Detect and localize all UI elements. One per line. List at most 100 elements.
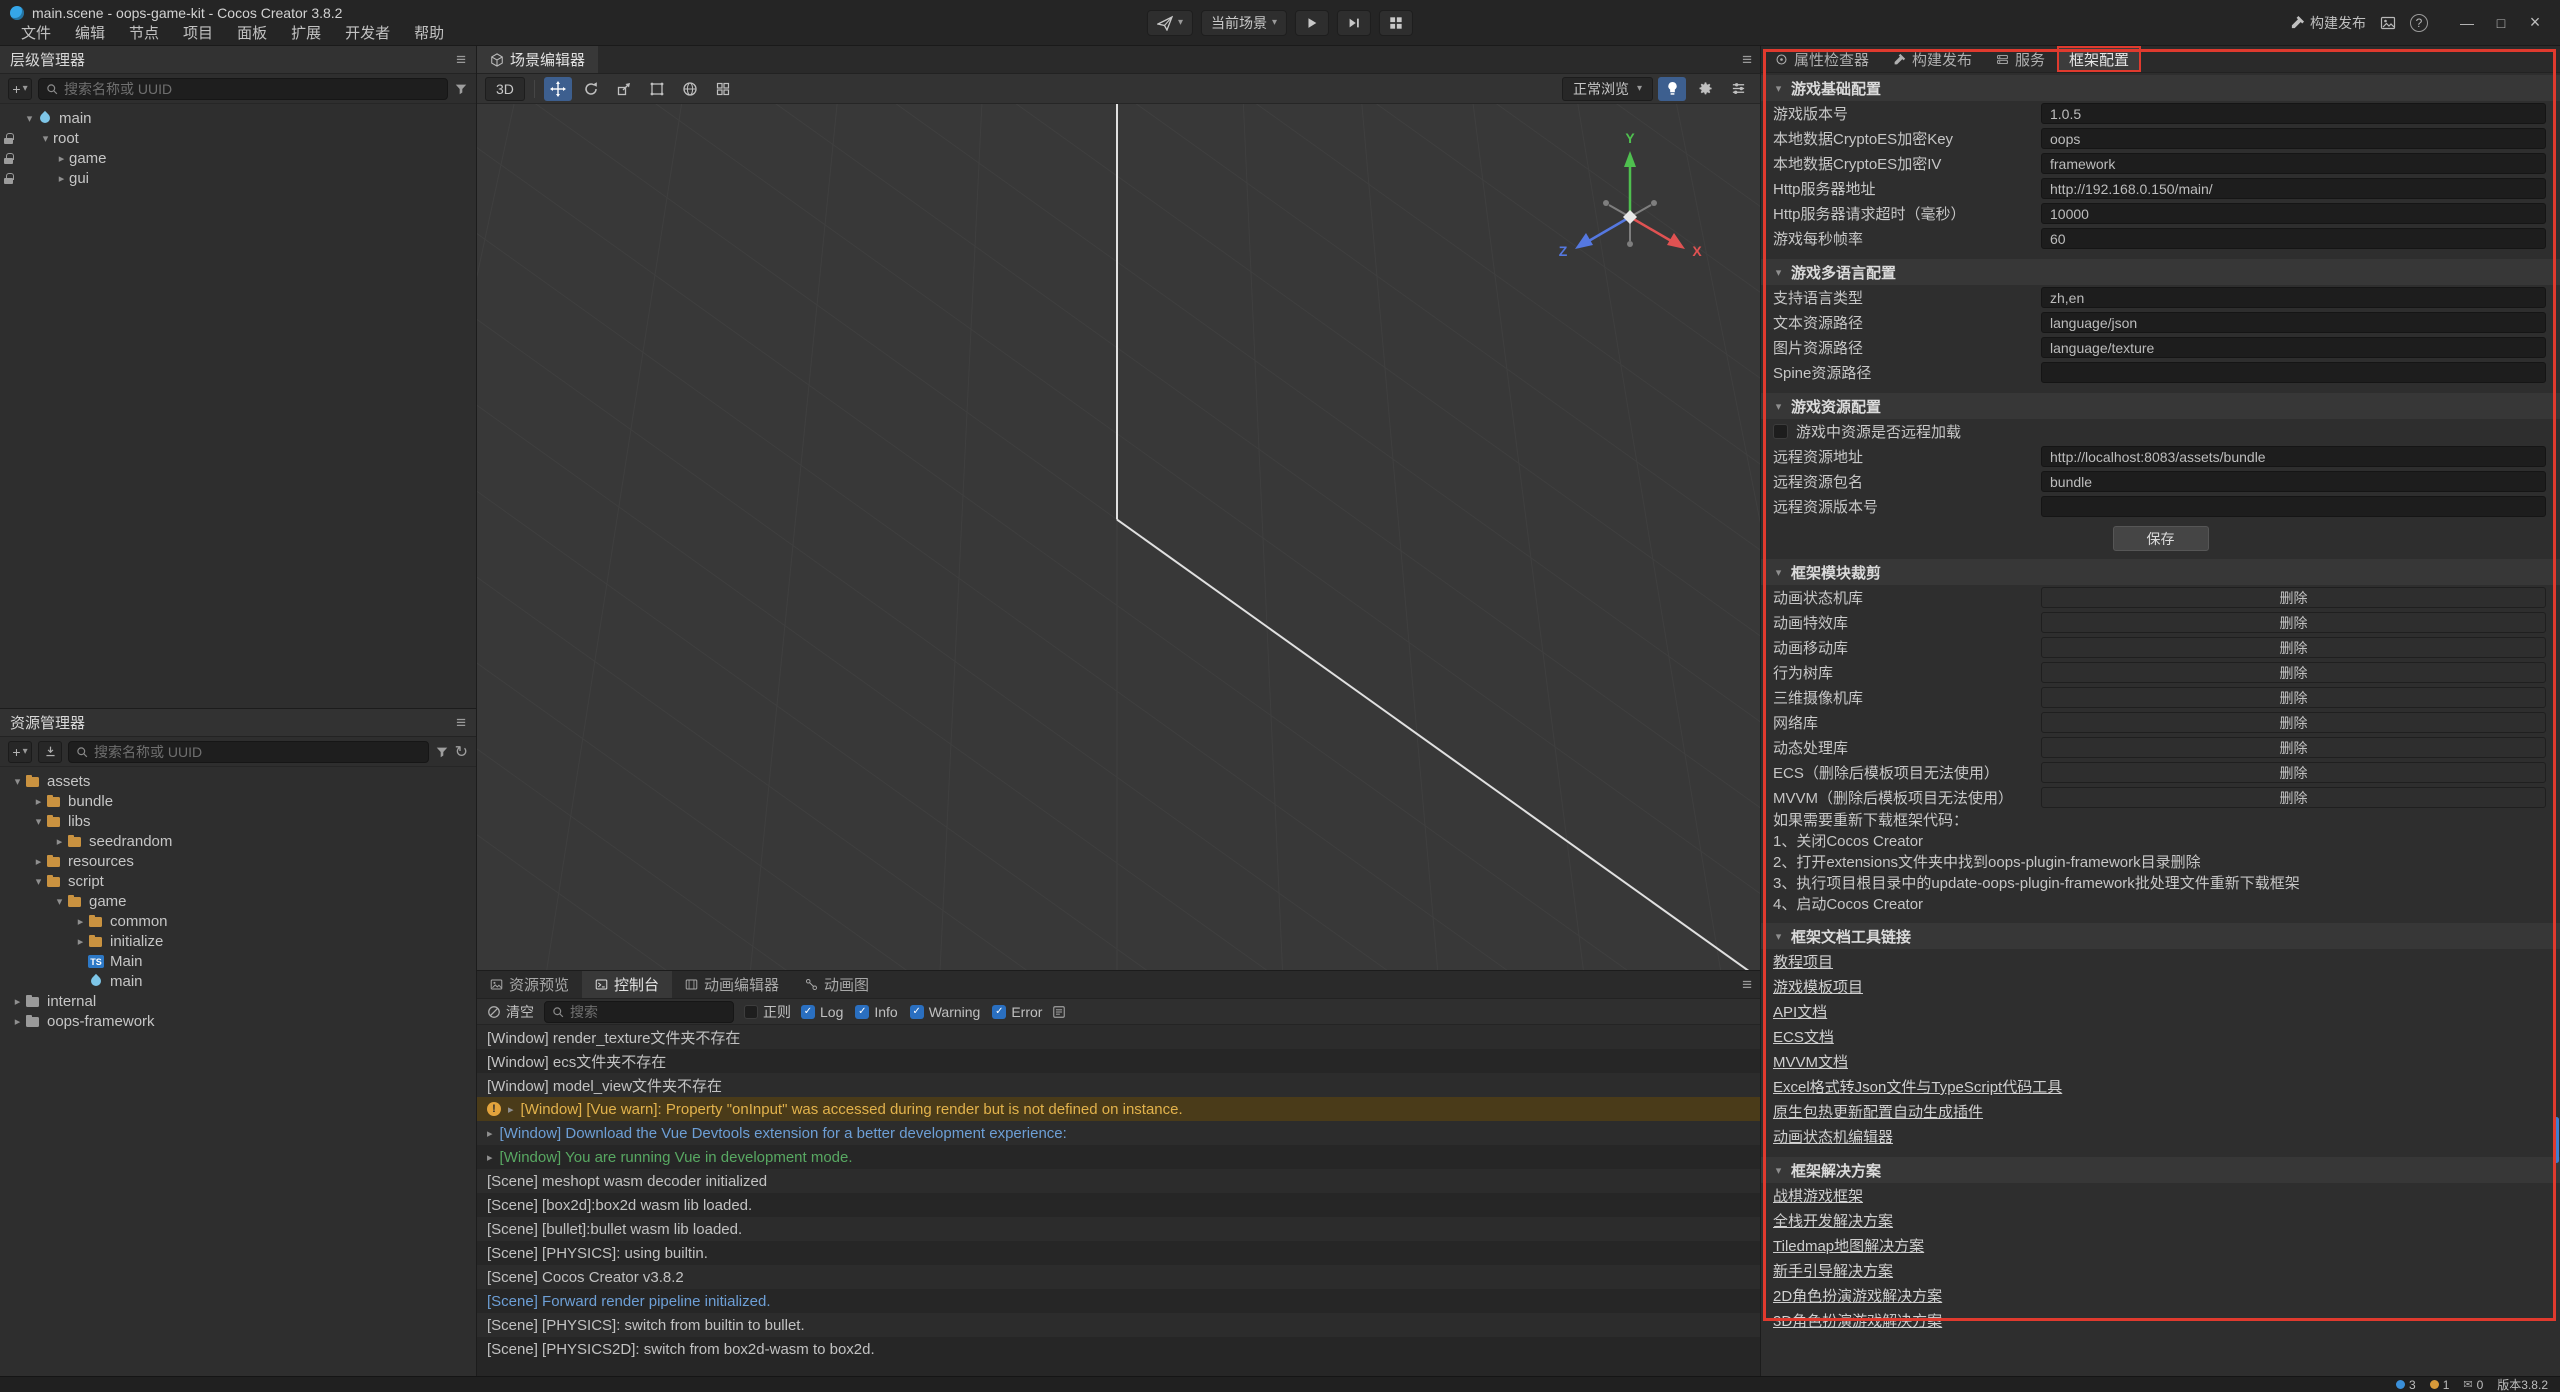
import-asset-button[interactable]: [38, 741, 62, 763]
panel-menu-icon[interactable]: [1742, 50, 1752, 70]
tab-services[interactable]: 服务: [1984, 46, 2057, 72]
collapse-arrow-icon[interactable]: [1771, 1164, 1786, 1177]
doc-link[interactable]: 教程项目: [1761, 949, 2560, 974]
delete-module-button[interactable]: 删除: [2041, 712, 2546, 733]
view-mode-select[interactable]: 正常浏览 ▾: [1562, 77, 1653, 101]
refresh-icon[interactable]: ↻: [455, 742, 468, 762]
field-input[interactable]: [2041, 312, 2546, 333]
asset-node[interactable]: internal: [0, 991, 476, 1011]
doc-link[interactable]: Excel格式转Json文件与TypeScript代码工具: [1761, 1074, 2560, 1099]
asset-node[interactable]: oops-framework: [0, 1011, 476, 1031]
solution-link[interactable]: 2D角色扮演游戏解决方案: [1761, 1283, 2560, 1308]
log-expand-icon[interactable]: [508, 1103, 514, 1116]
expand-arrow-icon[interactable]: [22, 112, 37, 125]
doc-link[interactable]: 动画状态机编辑器: [1761, 1124, 2560, 1149]
expand-arrow-icon[interactable]: [54, 172, 69, 185]
collapse-arrow-icon[interactable]: [1771, 566, 1786, 579]
log-filter[interactable]: Log: [801, 1004, 843, 1020]
field-input[interactable]: [2041, 128, 2546, 149]
solution-link[interactable]: 3D角色扮演游戏解决方案: [1761, 1308, 2560, 1333]
log-row[interactable]: [Window] ecs文件夹不存在: [477, 1049, 1760, 1073]
menu-item[interactable]: 编辑: [64, 21, 116, 44]
maximize-button[interactable]: [2486, 10, 2516, 36]
checkbox-icon[interactable]: [744, 1005, 758, 1019]
asset-node[interactable]: initialize: [0, 931, 476, 951]
doc-link[interactable]: 原生包热更新配置自动生成插件: [1761, 1099, 2560, 1124]
lighting-toggle-button[interactable]: [1658, 77, 1686, 101]
field-input[interactable]: [2041, 228, 2546, 249]
filter-icon[interactable]: [435, 745, 449, 759]
snap-settings-button[interactable]: [709, 77, 737, 101]
delete-module-button[interactable]: 删除: [2041, 737, 2546, 758]
log-filter[interactable]: Info: [855, 1004, 897, 1020]
message-indicator[interactable]: 3: [2396, 1378, 2416, 1392]
filter-icon[interactable]: [454, 82, 468, 96]
field-input[interactable]: [2041, 446, 2546, 467]
log-expand-icon[interactable]: [487, 1127, 493, 1140]
menu-item[interactable]: 开发者: [334, 21, 401, 44]
collapse-arrow-icon[interactable]: [1771, 82, 1786, 95]
layout-grid-button[interactable]: [1379, 10, 1413, 36]
log-row[interactable]: [Scene] Forward render pipeline initiali…: [477, 1289, 1760, 1313]
asset-node[interactable]: resources: [0, 851, 476, 871]
log-row[interactable]: [Scene] [PHYSICS]: switch from builtin t…: [477, 1313, 1760, 1337]
field-input[interactable]: [2041, 337, 2546, 358]
checkbox-checked-icon[interactable]: [855, 1005, 869, 1019]
asset-node[interactable]: assets: [0, 771, 476, 791]
asset-node[interactable]: script: [0, 871, 476, 891]
console-clear-button[interactable]: 清空: [487, 1002, 534, 1022]
hierarchy-search[interactable]: [38, 78, 448, 100]
solution-link[interactable]: 新手引导解决方案: [1761, 1258, 2560, 1283]
field-input[interactable]: [2041, 153, 2546, 174]
delete-module-button[interactable]: 删除: [2041, 587, 2546, 608]
solution-link[interactable]: 全栈开发解决方案: [1761, 1208, 2560, 1233]
log-row[interactable]: [Window] [Vue warn]: Property "onInput" …: [477, 1097, 1760, 1121]
hierarchy-node[interactable]: main: [0, 108, 476, 128]
scene-viewport[interactable]: Y X Z: [477, 104, 1760, 970]
section-header[interactable]: 框架模块裁剪: [1761, 559, 2560, 585]
panel-menu-icon[interactable]: [1742, 975, 1752, 995]
collapse-arrow-icon[interactable]: [1771, 266, 1786, 279]
log-row[interactable]: [Scene] Cocos Creator v3.8.2: [477, 1265, 1760, 1289]
scene-gear-button[interactable]: [1691, 77, 1719, 101]
checkbox-unchecked-icon[interactable]: [1773, 424, 1788, 439]
log-row[interactable]: [Window] render_texture文件夹不存在: [477, 1025, 1760, 1049]
log-detail-icon[interactable]: [1052, 1005, 1066, 1019]
asset-node[interactable]: bundle: [0, 791, 476, 811]
axis-gizmo[interactable]: Y X Z: [1545, 129, 1715, 279]
tab-asset-preview[interactable]: 资源预览: [477, 971, 582, 998]
delete-module-button[interactable]: 删除: [2041, 787, 2546, 808]
doc-link[interactable]: API文档: [1761, 999, 2560, 1024]
section-header[interactable]: 框架文档工具链接: [1761, 923, 2560, 949]
move-tool-button[interactable]: [544, 77, 572, 101]
solution-link[interactable]: Tiledmap地图解决方案: [1761, 1233, 2560, 1258]
menu-item[interactable]: 文件: [10, 21, 62, 44]
hierarchy-node[interactable]: game: [0, 148, 476, 168]
menu-item[interactable]: 扩展: [280, 21, 332, 44]
regex-toggle[interactable]: 正则: [744, 1002, 791, 1022]
build-publish-button[interactable]: 构建发布: [2290, 13, 2366, 33]
tab-framework-config[interactable]: 框架配置: [2057, 46, 2141, 72]
help-icon[interactable]: [2410, 14, 2428, 32]
section-header[interactable]: 框架解决方案: [1761, 1157, 2560, 1183]
doc-link[interactable]: MVVM文档: [1761, 1049, 2560, 1074]
asset-node[interactable]: Main: [0, 951, 476, 971]
assets-search[interactable]: [68, 741, 429, 763]
delete-module-button[interactable]: 删除: [2041, 662, 2546, 683]
field-input[interactable]: [2041, 471, 2546, 492]
expand-arrow-icon[interactable]: [73, 915, 88, 928]
expand-arrow-icon[interactable]: [31, 875, 46, 888]
expand-arrow-icon[interactable]: [31, 795, 46, 808]
section-header[interactable]: 游戏资源配置: [1761, 393, 2560, 419]
expand-arrow-icon[interactable]: [10, 1015, 25, 1028]
panel-menu-icon[interactable]: [456, 50, 466, 70]
tab-scene-editor[interactable]: 场景编辑器: [477, 46, 598, 73]
asset-node[interactable]: seedrandom: [0, 831, 476, 851]
log-row[interactable]: [Window] model_view文件夹不存在: [477, 1073, 1760, 1097]
collapse-arrow-icon[interactable]: [1771, 930, 1786, 943]
add-asset-button[interactable]: +▾: [8, 741, 32, 763]
play-button[interactable]: [1295, 10, 1329, 36]
expand-arrow-icon[interactable]: [52, 835, 67, 848]
asset-node[interactable]: libs: [0, 811, 476, 831]
log-row[interactable]: [Window] You are running Vue in developm…: [477, 1145, 1760, 1169]
